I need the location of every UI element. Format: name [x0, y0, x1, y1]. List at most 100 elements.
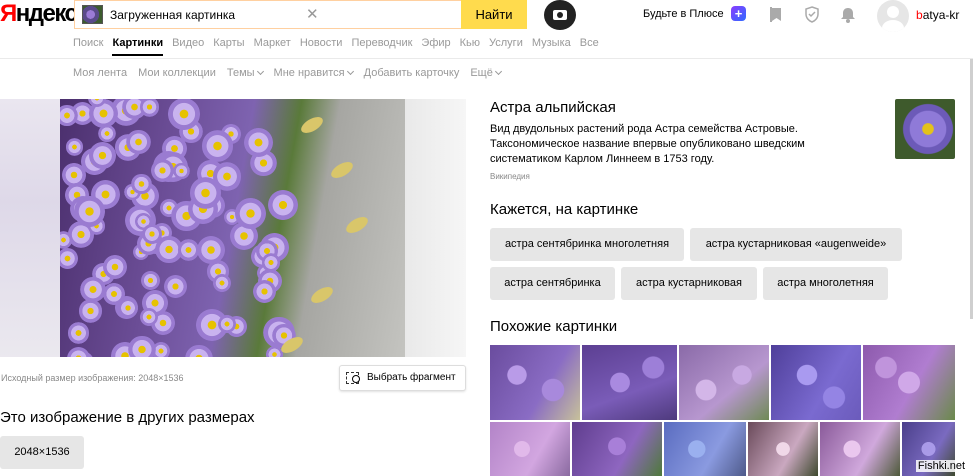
- preview-right-fill: [405, 99, 466, 357]
- service-q[interactable]: Кью: [460, 36, 480, 58]
- aster-blossom: [103, 283, 125, 305]
- service-uslugi[interactable]: Услуги: [489, 36, 523, 58]
- service-market[interactable]: Маркет: [254, 36, 291, 58]
- header-divider: [0, 58, 973, 59]
- aster-blossom: [127, 335, 156, 357]
- aster-blossom: [168, 99, 200, 130]
- service-music[interactable]: Музыка: [532, 36, 571, 58]
- logo-rest: ндекс: [15, 0, 78, 27]
- fallen-leaf: [343, 213, 371, 237]
- subnav-my-feed[interactable]: Моя лента: [73, 67, 127, 79]
- service-efir[interactable]: Эфир: [421, 36, 450, 58]
- aster-blossom: [173, 162, 190, 180]
- preview-left-blur: [0, 99, 60, 357]
- subnav-add-card[interactable]: Добавить карточку: [364, 67, 460, 79]
- fallen-leaf: [328, 158, 356, 182]
- aster-photo[interactable]: [60, 99, 405, 357]
- aster-blossom: [243, 127, 274, 157]
- tag-chip[interactable]: астра сентябринка: [490, 267, 615, 300]
- aster-blossom: [74, 196, 105, 227]
- aster-blossom: [212, 273, 232, 293]
- aster-blossom: [60, 248, 78, 269]
- aster-blossom: [185, 344, 213, 357]
- plus-link[interactable]: Будьте в Плюсе: [643, 8, 724, 20]
- object-title[interactable]: Астра альпийская: [490, 99, 616, 116]
- header: Яндекс Загруженная картинка ✕ Найти Будь…: [0, 0, 973, 32]
- service-images[interactable]: Картинки: [112, 36, 163, 58]
- aster-blossom: [217, 314, 236, 333]
- aster-blossom: [139, 307, 158, 326]
- subnav-likes-label: Мне нравится: [273, 67, 345, 79]
- aster-blossom: [177, 239, 200, 261]
- tag-chip[interactable]: астра сентябринка многолетняя: [490, 228, 684, 261]
- subnav-more[interactable]: Ещё: [470, 67, 502, 79]
- yandex-logo[interactable]: Яндекс: [0, 0, 78, 28]
- object-thumbnail[interactable]: [895, 99, 955, 159]
- tags-title: Кажется, на картинке: [490, 201, 639, 218]
- aster-blossom: [67, 322, 90, 345]
- tag-chip[interactable]: астра кустарниковая: [621, 267, 757, 300]
- service-video[interactable]: Видео: [172, 36, 204, 58]
- aster-blossom: [98, 124, 116, 142]
- object-description: Вид двудольных растений рода Астра семей…: [490, 123, 805, 165]
- tag-chip[interactable]: астра кустарниковая «augenweide»: [690, 228, 902, 261]
- aster-blossom: [140, 270, 160, 291]
- subnav-my-collections[interactable]: Мои коллекции: [138, 67, 216, 79]
- plus-icon[interactable]: +: [731, 6, 746, 21]
- similar-image[interactable]: [490, 422, 570, 476]
- aster-blossom: [60, 105, 78, 127]
- aster-blossom: [201, 129, 234, 162]
- uploaded-image-thumbnail[interactable]: [82, 5, 103, 24]
- avatar[interactable]: [877, 0, 909, 32]
- other-sizes-title: Это изображение в других размерах: [0, 409, 255, 426]
- camera-icon[interactable]: [544, 0, 576, 30]
- aster-blossom: [252, 280, 277, 304]
- subnav-themes[interactable]: Темы: [226, 67, 264, 79]
- tag-chip[interactable]: астра многолетняя: [763, 267, 888, 300]
- fallen-leaf: [308, 283, 336, 307]
- subnav-themes-label: Темы: [226, 67, 255, 79]
- aster-blossom: [80, 276, 106, 303]
- aster-blossom: [65, 138, 84, 156]
- close-icon[interactable]: ✕: [306, 6, 319, 23]
- fallen-leaf: [298, 113, 326, 137]
- chevron-down-icon: [256, 67, 264, 76]
- service-search[interactable]: Поиск: [73, 36, 103, 58]
- original-size-label: Исходный размер изображения: 2048×1536: [1, 373, 184, 383]
- service-all[interactable]: Все: [580, 36, 599, 58]
- aster-blossom: [102, 255, 127, 280]
- subnav-likes[interactable]: Мне нравится: [273, 67, 354, 79]
- similar-image[interactable]: [863, 345, 955, 420]
- aster-blossom: [139, 99, 160, 118]
- aster-blossom: [125, 129, 151, 155]
- aster-blossom: [268, 190, 299, 221]
- similar-title: Похожие картинки: [490, 318, 618, 335]
- service-maps[interactable]: Карты: [213, 36, 244, 58]
- similar-image[interactable]: [664, 422, 746, 476]
- watermark: Fishki.net: [915, 460, 967, 472]
- aster-blossom: [78, 299, 103, 323]
- search-box[interactable]: Загруженная картинка ✕: [74, 0, 461, 29]
- similar-image[interactable]: [820, 422, 900, 476]
- collections-icon[interactable]: [769, 6, 785, 23]
- image-preview[interactable]: [0, 99, 466, 357]
- similar-image[interactable]: [748, 422, 818, 476]
- select-fragment-label: Выбрать фрагмент: [367, 372, 456, 383]
- object-source[interactable]: Википедия: [490, 172, 530, 181]
- search-query[interactable]: Загруженная картинка: [110, 8, 235, 22]
- similar-image[interactable]: [572, 422, 662, 476]
- similar-image[interactable]: [490, 345, 580, 420]
- size-option[interactable]: 2048×1536: [0, 436, 84, 469]
- aster-blossom: [234, 198, 266, 230]
- similar-image[interactable]: [771, 345, 861, 420]
- shield-icon[interactable]: [804, 6, 820, 23]
- similar-image[interactable]: [582, 345, 677, 420]
- select-fragment-button[interactable]: Выбрать фрагмент: [339, 365, 466, 391]
- bell-icon[interactable]: [840, 6, 856, 23]
- service-news[interactable]: Новости: [300, 36, 343, 58]
- service-translate[interactable]: Переводчик: [351, 36, 412, 58]
- username-rest: atya-kr: [922, 8, 960, 22]
- username[interactable]: batya-kr: [916, 8, 959, 22]
- similar-image[interactable]: [679, 345, 769, 420]
- search-button[interactable]: Найти: [461, 0, 527, 29]
